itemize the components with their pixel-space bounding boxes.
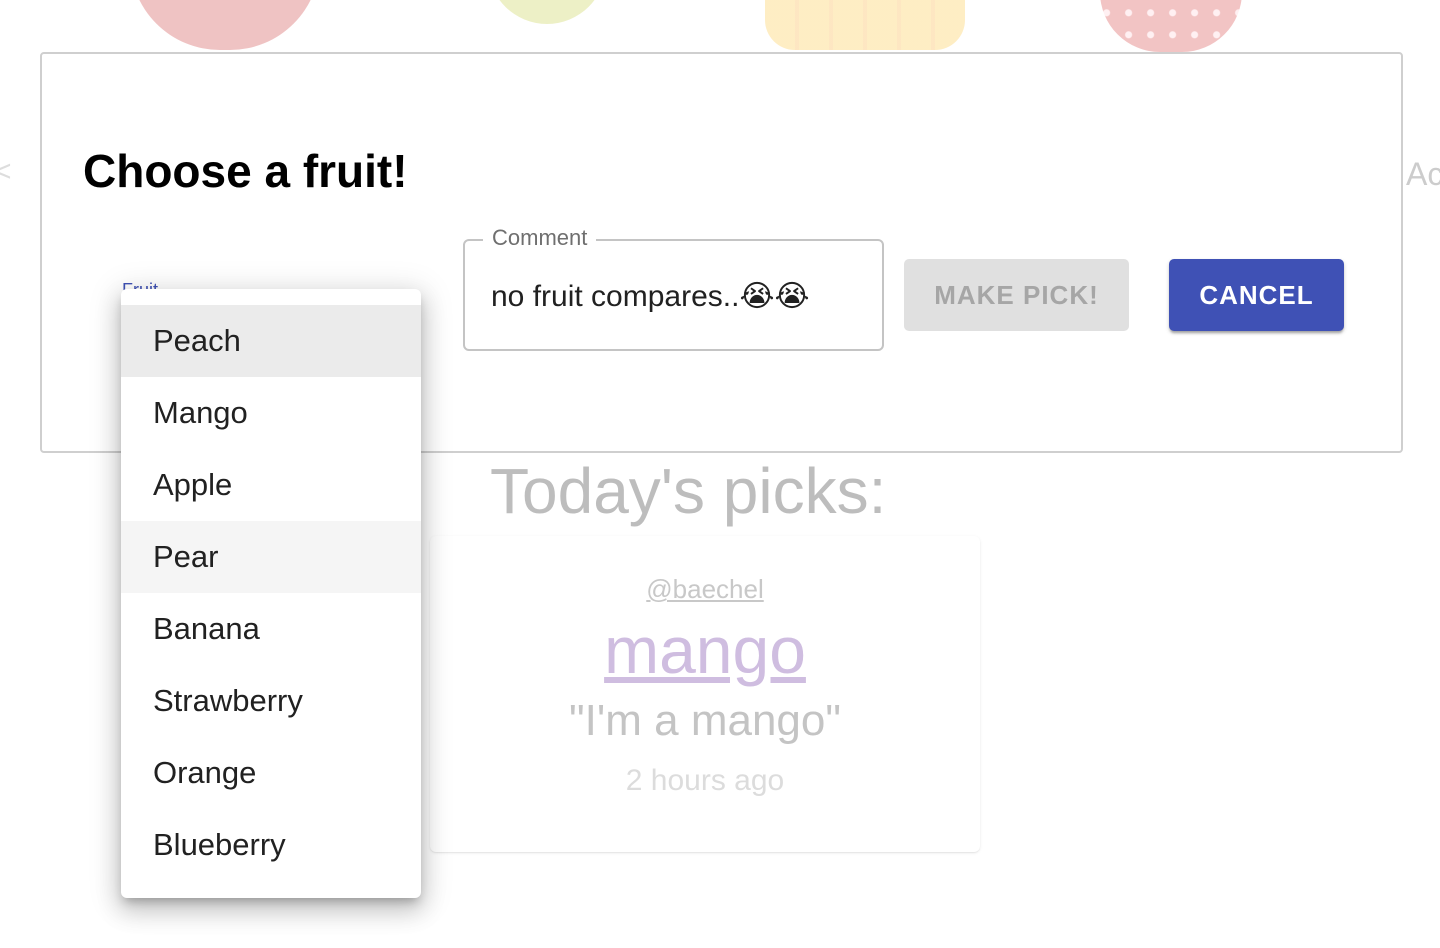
menu-item-label: Banana xyxy=(153,611,260,646)
menu-item-orange[interactable]: Orange xyxy=(121,737,421,809)
menu-item-mango[interactable]: Mango xyxy=(121,377,421,449)
banana-image xyxy=(765,0,965,50)
menu-item-label: Mango xyxy=(153,395,248,430)
pick-comment: "I'm a mango" xyxy=(569,696,841,745)
cancel-button[interactable]: CANCEL xyxy=(1169,259,1344,331)
comment-input[interactable] xyxy=(491,279,871,313)
menu-item-label: Strawberry xyxy=(153,683,303,718)
menu-item-peach[interactable]: Peach xyxy=(121,305,421,377)
page-edge-left-text: < xyxy=(0,155,12,188)
menu-item-strawberry[interactable]: Strawberry xyxy=(121,665,421,737)
apple-image xyxy=(130,0,320,50)
comment-label: Comment xyxy=(483,225,597,251)
menu-item-label: Orange xyxy=(153,755,257,790)
menu-item-label: Apple xyxy=(153,467,233,502)
fruit-select-menu: Peach Mango Apple Pear Banana Strawberry… xyxy=(121,289,421,898)
menu-item-blueberry[interactable]: Blueberry xyxy=(121,809,421,881)
comment-field[interactable]: Comment xyxy=(463,225,884,351)
picks-heading: Today's picks: xyxy=(490,455,887,527)
pick-user-link[interactable]: @baechel xyxy=(430,574,980,605)
menu-item-apple[interactable]: Apple xyxy=(121,449,421,521)
menu-item-label: Peach xyxy=(153,323,241,358)
pick-timestamp: 2 hours ago xyxy=(625,764,785,797)
pear-image xyxy=(488,0,606,24)
menu-item-label: Blueberry xyxy=(153,827,286,862)
dialog-title: Choose a fruit! xyxy=(83,145,408,197)
pick-card: @baechel mango "I'm a mango" 2 hours ago xyxy=(430,536,980,852)
menu-item-pear[interactable]: Pear xyxy=(121,521,421,593)
page-edge-right-text: Ac xyxy=(1406,156,1440,192)
page: < Ac Today's picks: @baechel mango "I'm … xyxy=(0,0,1440,948)
menu-item-label: Pear xyxy=(153,539,219,574)
strawberry-image xyxy=(1100,0,1242,52)
pick-fruit-link[interactable]: mango xyxy=(430,612,980,688)
make-pick-button[interactable]: MAKE PICK! xyxy=(904,259,1129,331)
menu-item-banana[interactable]: Banana xyxy=(121,593,421,665)
